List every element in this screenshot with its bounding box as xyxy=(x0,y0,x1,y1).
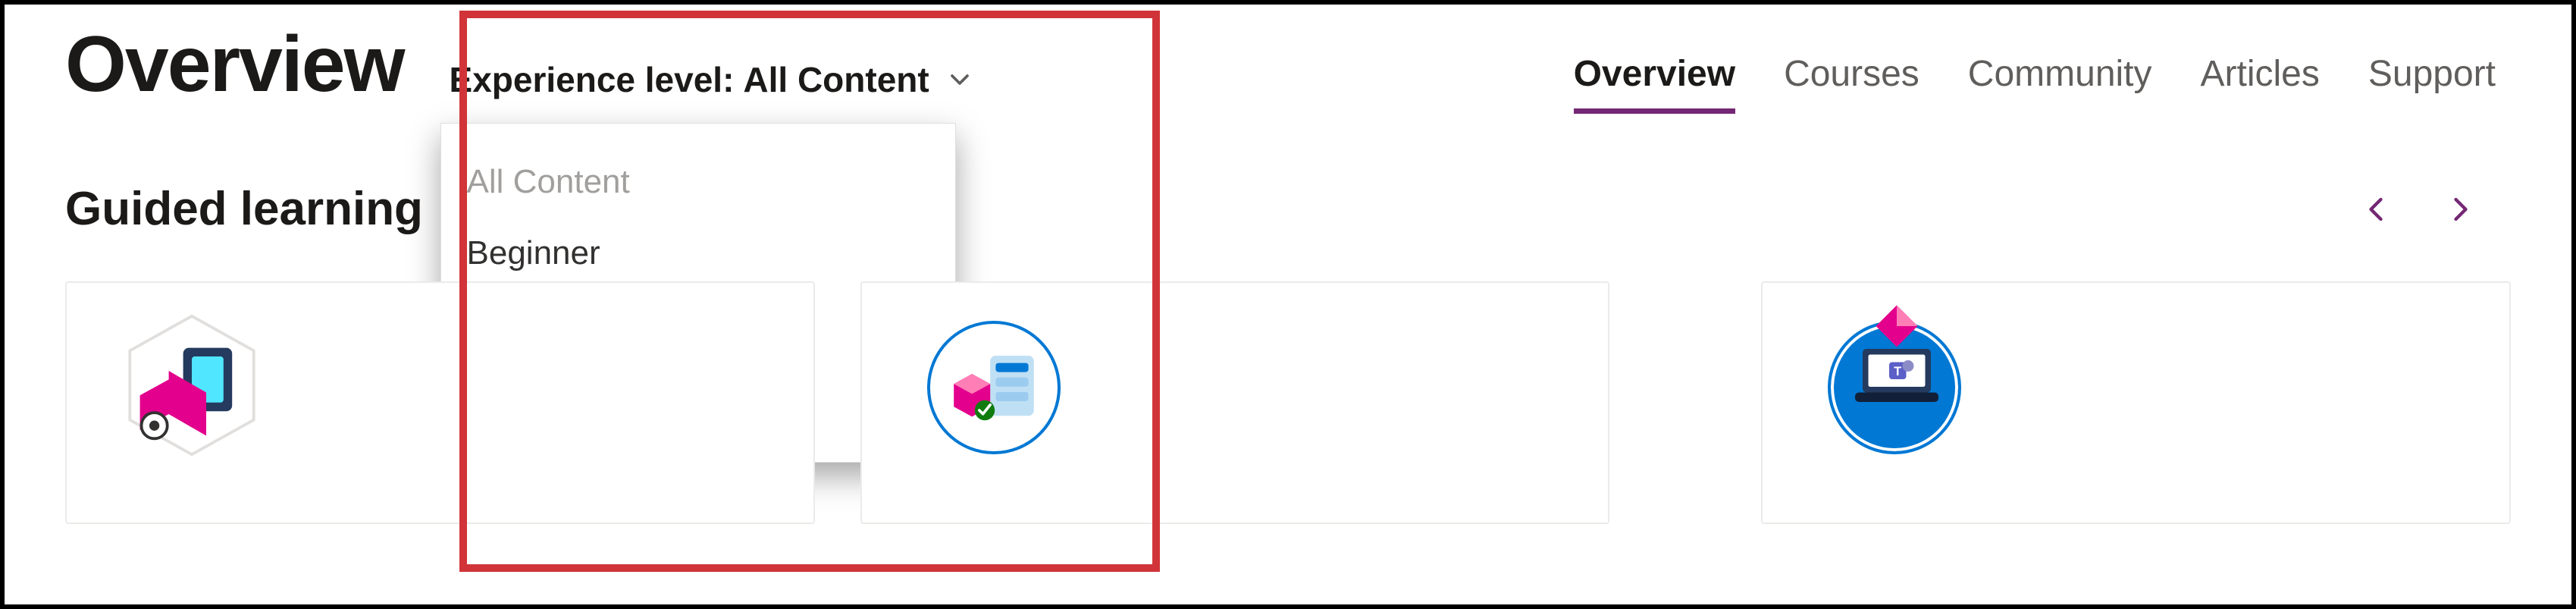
svg-text:T: T xyxy=(1894,365,1902,378)
filter-selected-value: All Content xyxy=(743,59,929,100)
chevron-right-icon xyxy=(2441,190,2480,229)
page-tabs: Overview Courses Community Articles Supp… xyxy=(1574,53,2511,114)
learning-card[interactable] xyxy=(860,281,1610,524)
module-laptop-icon: T xyxy=(1828,321,1961,454)
tab-support[interactable]: Support xyxy=(2368,53,2496,113)
module-circle-icon xyxy=(927,321,1061,454)
page-title: Overview xyxy=(65,20,404,110)
tab-courses[interactable]: Courses xyxy=(1784,53,1919,113)
section-title-guided-learning: Guided learning xyxy=(65,182,423,236)
filter-option-all-content: All Content xyxy=(441,146,955,218)
chevron-down-icon xyxy=(945,64,975,95)
experience-level-filter[interactable]: Experience level: All Content xyxy=(450,53,975,106)
learning-card[interactable]: T xyxy=(1761,281,2511,524)
tab-articles[interactable]: Articles xyxy=(2201,53,2320,113)
filter-label-prefix: Experience level: xyxy=(450,59,735,100)
filter-option-beginner[interactable]: Beginner xyxy=(441,218,955,289)
learning-card[interactable] xyxy=(65,281,815,524)
carousel-next-button[interactable] xyxy=(2441,190,2480,229)
tab-overview[interactable]: Overview xyxy=(1574,53,1735,114)
carousel-prev-button[interactable] xyxy=(2356,190,2396,229)
tab-community[interactable]: Community xyxy=(1968,53,2152,113)
chevron-left-icon xyxy=(2356,190,2396,229)
module-hex-icon xyxy=(120,313,264,457)
